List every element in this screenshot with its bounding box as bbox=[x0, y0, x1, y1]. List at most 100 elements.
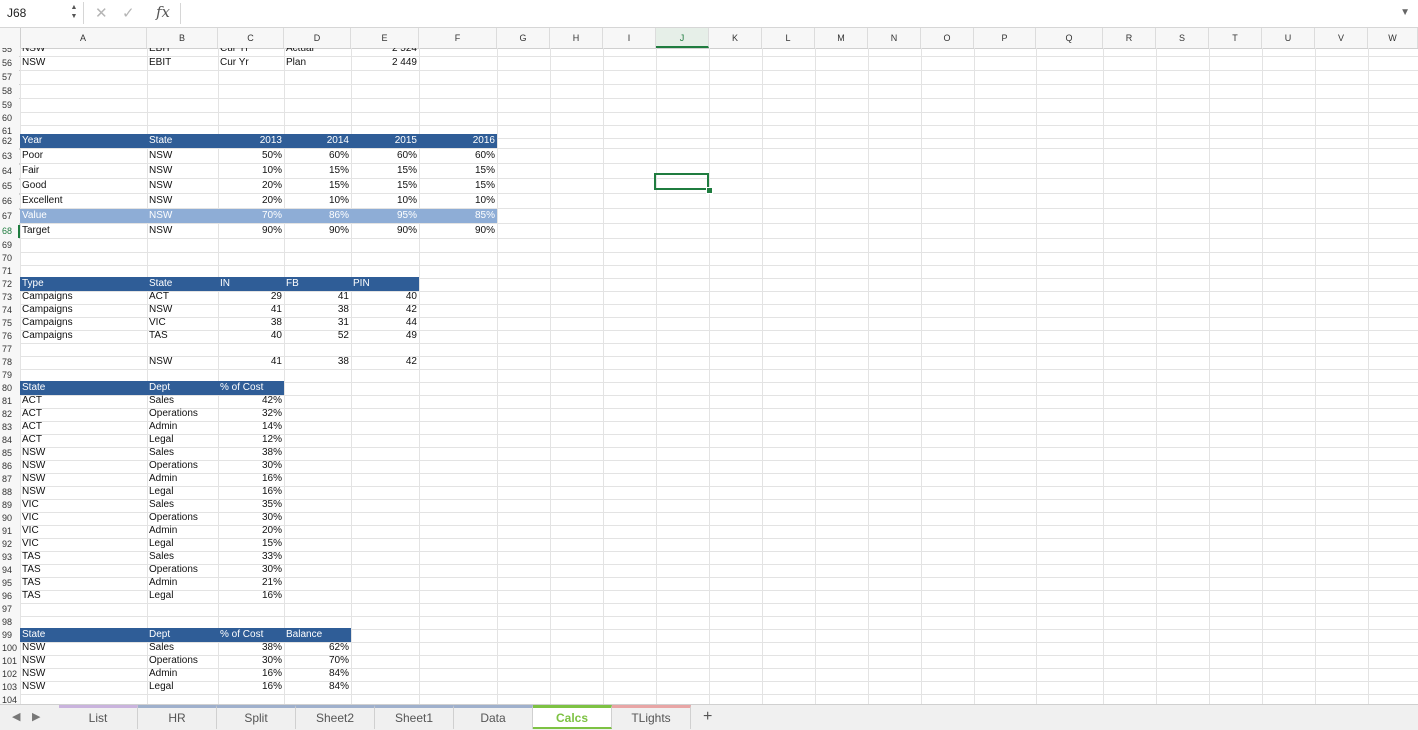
table1-state[interactable]: NSW bbox=[147, 149, 218, 163]
sheet-tab-list[interactable]: List bbox=[59, 705, 138, 729]
table3-state[interactable]: NSW bbox=[20, 485, 147, 499]
table3-dept[interactable]: Operations bbox=[147, 459, 218, 473]
row-header[interactable]: 79 bbox=[0, 369, 20, 382]
column-header-g[interactable]: G bbox=[497, 28, 550, 48]
table1-label[interactable]: Fair bbox=[20, 164, 147, 178]
table1-value[interactable]: 60% bbox=[419, 149, 497, 163]
table3-cost[interactable]: 21% bbox=[218, 576, 284, 590]
table1-state[interactable]: NSW bbox=[147, 179, 218, 193]
row-header[interactable]: 99 bbox=[0, 629, 20, 642]
table1-value[interactable]: 10% bbox=[284, 194, 351, 208]
sheet-tab-data[interactable]: Data bbox=[454, 705, 533, 729]
row-header[interactable]: 100 bbox=[0, 642, 20, 655]
row-header[interactable]: 95 bbox=[0, 577, 20, 590]
sheet-tab-hr[interactable]: HR bbox=[138, 705, 217, 729]
row-header[interactable]: 74 bbox=[0, 304, 20, 317]
table3-cost[interactable]: 35% bbox=[218, 498, 284, 512]
cell-b56[interactable]: EBIT bbox=[147, 56, 218, 70]
cell-d55[interactable]: Actual bbox=[284, 48, 351, 55]
table2-value[interactable]: 38 bbox=[284, 303, 351, 317]
table4-cost[interactable]: 30% bbox=[218, 654, 284, 668]
chevron-down-icon[interactable]: ▼ bbox=[1400, 7, 1410, 18]
table3-state[interactable]: NSW bbox=[20, 459, 147, 473]
row-header[interactable]: 58 bbox=[0, 85, 20, 98]
row-header[interactable]: 93 bbox=[0, 551, 20, 564]
table2-value[interactable]: 49 bbox=[351, 329, 419, 343]
fill-handle[interactable] bbox=[706, 187, 713, 194]
table4-dept[interactable]: Sales bbox=[147, 641, 218, 655]
cell-d56[interactable]: Plan bbox=[284, 56, 351, 70]
row-header[interactable]: 77 bbox=[0, 343, 20, 356]
table1-header-2016[interactable]: 2016 bbox=[419, 134, 497, 148]
table2-value[interactable]: 41 bbox=[284, 290, 351, 304]
row-header[interactable]: 98 bbox=[0, 616, 20, 629]
table2-state[interactable]: VIC bbox=[147, 316, 218, 330]
table3-dept[interactable]: Admin bbox=[147, 576, 218, 590]
table3-cost[interactable]: 32% bbox=[218, 407, 284, 421]
table3-state[interactable]: ACT bbox=[20, 407, 147, 421]
cell-e55[interactable]: 2 524 bbox=[351, 48, 419, 55]
table4-dept[interactable]: Legal bbox=[147, 680, 218, 694]
table3-dept[interactable]: Admin bbox=[147, 420, 218, 434]
row-header[interactable]: 97 bbox=[0, 603, 20, 616]
row-header[interactable]: 94 bbox=[0, 564, 20, 577]
table4-state[interactable]: NSW bbox=[20, 667, 147, 681]
row-header[interactable]: 103 bbox=[0, 681, 20, 694]
table3-header-state[interactable]: State bbox=[20, 381, 147, 395]
table1-header-state[interactable]: State bbox=[147, 134, 218, 148]
sheet-tab-split[interactable]: Split bbox=[217, 705, 296, 729]
table3-state[interactable]: TAS bbox=[20, 550, 147, 564]
table3-state[interactable]: VIC bbox=[20, 511, 147, 525]
table4-balance[interactable]: 70% bbox=[284, 654, 351, 668]
table3-cost[interactable]: 16% bbox=[218, 472, 284, 486]
column-header-n[interactable]: N bbox=[868, 28, 921, 48]
row-header[interactable]: 78 bbox=[0, 356, 20, 369]
table2-state[interactable]: ACT bbox=[147, 290, 218, 304]
table2-header-fb[interactable]: FB bbox=[284, 277, 351, 291]
column-header-o[interactable]: O bbox=[921, 28, 974, 48]
table4-header-state[interactable]: State bbox=[20, 628, 147, 642]
table3-dept[interactable]: Sales bbox=[147, 394, 218, 408]
table2-type[interactable]: Campaigns bbox=[20, 290, 147, 304]
table3-state[interactable]: ACT bbox=[20, 433, 147, 447]
table2-value[interactable]: 40 bbox=[218, 329, 284, 343]
table1-value[interactable]: 15% bbox=[284, 164, 351, 178]
table3-state[interactable]: NSW bbox=[20, 472, 147, 486]
table1-label-highlighted[interactable]: Value bbox=[20, 209, 147, 223]
table1-value[interactable]: 10% bbox=[218, 164, 284, 178]
table4-cost[interactable]: 16% bbox=[218, 667, 284, 681]
table1-value[interactable]: 50% bbox=[218, 149, 284, 163]
row-header[interactable]: 85 bbox=[0, 447, 20, 460]
table4-state[interactable]: NSW bbox=[20, 680, 147, 694]
table3-header-cost[interactable]: % of Cost bbox=[218, 381, 284, 395]
cell-b55[interactable]: EBIT bbox=[147, 48, 218, 55]
formula-input[interactable] bbox=[184, 3, 1388, 26]
select-all-corner[interactable] bbox=[0, 28, 21, 48]
row-header[interactable]: 63 bbox=[0, 150, 20, 163]
column-header-s[interactable]: S bbox=[1156, 28, 1209, 48]
function-fx-icon[interactable]: fx bbox=[156, 3, 170, 21]
table2-state[interactable]: TAS bbox=[147, 329, 218, 343]
table4-dept[interactable]: Admin bbox=[147, 667, 218, 681]
table2-type[interactable]: Campaigns bbox=[20, 303, 147, 317]
table3-cost[interactable]: 30% bbox=[218, 459, 284, 473]
table1-state[interactable]: NSW bbox=[147, 164, 218, 178]
row-header[interactable]: 82 bbox=[0, 408, 20, 421]
column-header-k[interactable]: K bbox=[709, 28, 762, 48]
table1-value[interactable]: 90% bbox=[351, 224, 419, 238]
table1-header-2015[interactable]: 2015 bbox=[351, 134, 419, 148]
row-header[interactable]: 89 bbox=[0, 499, 20, 512]
row-header[interactable]: 83 bbox=[0, 421, 20, 434]
table1-label[interactable]: Good bbox=[20, 179, 147, 193]
table2-summary-pin[interactable]: 42 bbox=[351, 355, 419, 369]
table2-value[interactable]: 52 bbox=[284, 329, 351, 343]
cell-e56[interactable]: 2 449 bbox=[351, 56, 419, 70]
table1-value[interactable]: 90% bbox=[284, 224, 351, 238]
table1-label[interactable]: Poor bbox=[20, 149, 147, 163]
row-header[interactable]: 101 bbox=[0, 655, 20, 668]
row-header[interactable]: 71 bbox=[0, 265, 20, 278]
column-header-c[interactable]: C bbox=[218, 28, 284, 48]
row-header[interactable]: 65 bbox=[0, 180, 20, 193]
row-header[interactable]: 68 bbox=[0, 225, 20, 238]
table4-balance[interactable]: 84% bbox=[284, 680, 351, 694]
